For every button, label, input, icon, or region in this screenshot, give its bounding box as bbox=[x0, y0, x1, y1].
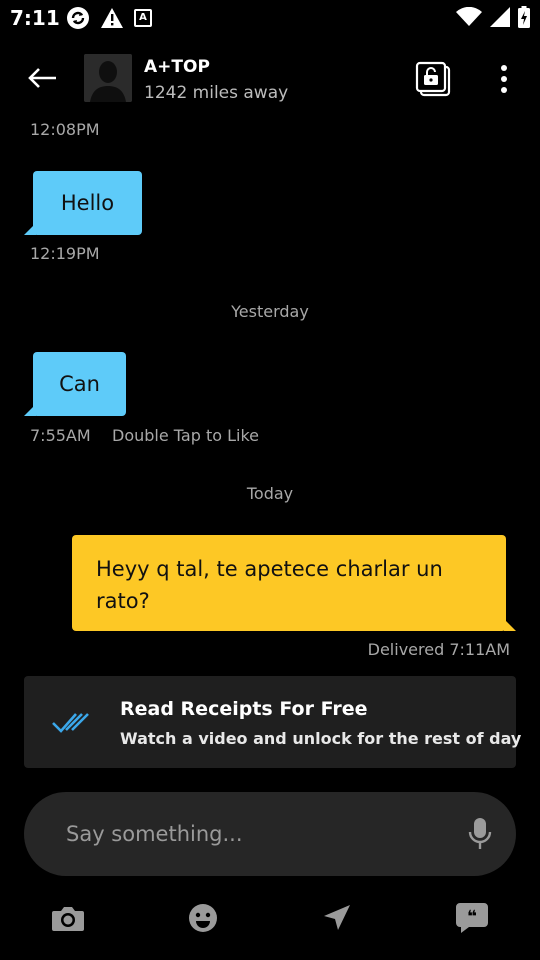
message-text: Can bbox=[59, 372, 100, 396]
promo-title: Read Receipts For Free bbox=[120, 698, 368, 720]
more-vertical-icon bbox=[501, 65, 507, 93]
camera-icon bbox=[52, 907, 84, 931]
arrow-left-icon bbox=[28, 68, 56, 88]
more-options-button[interactable] bbox=[490, 60, 518, 98]
incoming-message-bubble[interactable]: Hello bbox=[33, 171, 142, 235]
quick-reply-button[interactable]: ❝ bbox=[452, 898, 492, 938]
delivery-status: Delivered 7:11AM bbox=[367, 640, 510, 659]
double-tap-hint: Double Tap to Like bbox=[112, 426, 259, 445]
emoji-button[interactable] bbox=[183, 898, 223, 938]
keyboard-badge-icon: A bbox=[134, 9, 152, 27]
message-text: Heyy q tal, te apetece charlar un rato? bbox=[96, 557, 443, 613]
day-divider: Today bbox=[246, 484, 294, 503]
warning-icon bbox=[101, 8, 123, 28]
avatar[interactable] bbox=[84, 54, 132, 102]
private-album-icon bbox=[415, 61, 451, 97]
voice-button[interactable] bbox=[468, 817, 492, 851]
battery-icon bbox=[518, 6, 530, 28]
microphone-icon bbox=[468, 818, 492, 849]
quick-reply-icon: ❝ bbox=[456, 903, 488, 933]
outgoing-message-bubble[interactable]: Heyy q tal, te apetece charlar un rato? bbox=[72, 535, 506, 631]
double-check-icon bbox=[52, 713, 89, 733]
message-time: 7:55AM bbox=[30, 426, 91, 445]
private-album-button[interactable] bbox=[414, 60, 452, 98]
message-composer bbox=[24, 792, 516, 876]
wifi-icon bbox=[456, 7, 482, 26]
location-button[interactable] bbox=[317, 898, 357, 938]
contact-name[interactable]: A+TOP bbox=[144, 57, 210, 77]
read-receipts-promo[interactable] bbox=[24, 676, 516, 768]
incoming-message-bubble[interactable]: Can bbox=[33, 352, 126, 416]
status-right-icons bbox=[456, 6, 530, 28]
message-input[interactable] bbox=[66, 792, 446, 876]
svg-text:❝: ❝ bbox=[467, 907, 477, 927]
message-text: Hello bbox=[60, 191, 115, 215]
bubble-tail bbox=[504, 619, 516, 631]
promo-subtitle: Watch a video and unlock for the rest of… bbox=[120, 729, 522, 748]
signal-icon bbox=[490, 7, 510, 27]
location-icon bbox=[324, 905, 350, 930]
message-time: 12:19PM bbox=[30, 244, 100, 263]
status-time: 7:11 bbox=[10, 6, 60, 30]
status-left-icons: A bbox=[66, 6, 152, 30]
sync-icon bbox=[67, 7, 89, 29]
contact-distance: 1242 miles away bbox=[144, 83, 289, 103]
person-silhouette-icon bbox=[84, 54, 132, 102]
back-button[interactable] bbox=[22, 60, 62, 96]
emoji-icon bbox=[189, 904, 217, 932]
message-time: 12:08PM bbox=[30, 120, 100, 139]
keyboard-badge-text: A bbox=[139, 12, 147, 23]
day-divider: Yesterday bbox=[231, 302, 309, 321]
camera-button[interactable] bbox=[48, 898, 88, 938]
